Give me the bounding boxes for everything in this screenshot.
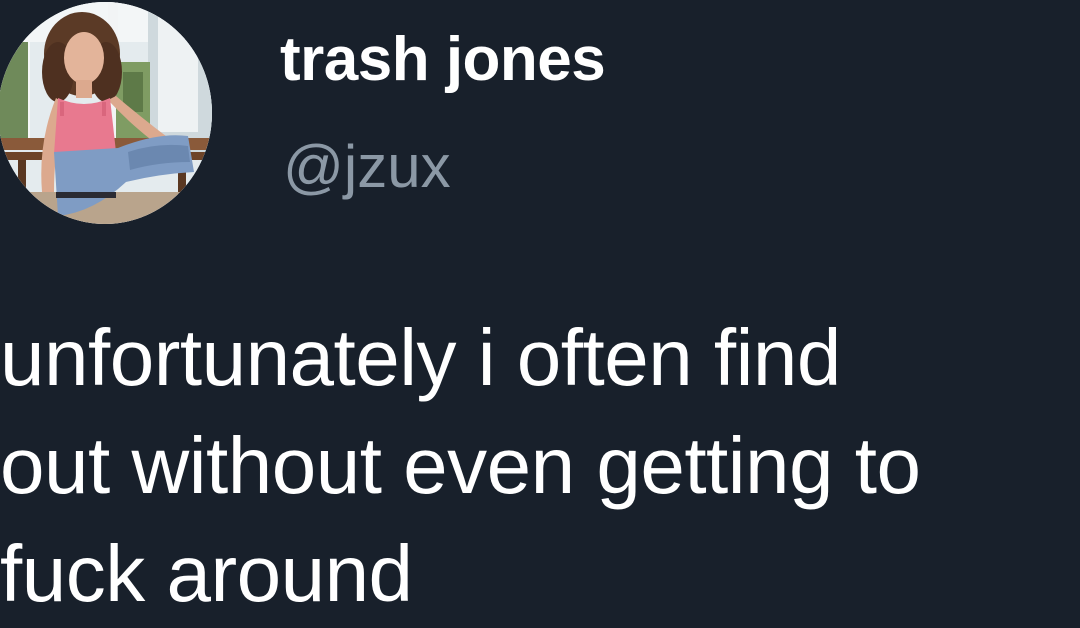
profile-photo-icon <box>0 2 212 224</box>
user-handle[interactable]: @jzux <box>283 132 451 201</box>
avatar[interactable] <box>0 2 212 224</box>
tweet-card: trash jones @jzux unfortunately i often … <box>0 0 1080 618</box>
tweet-text: unfortunately i often find out without e… <box>0 313 921 618</box>
display-name[interactable]: trash jones <box>280 24 606 95</box>
